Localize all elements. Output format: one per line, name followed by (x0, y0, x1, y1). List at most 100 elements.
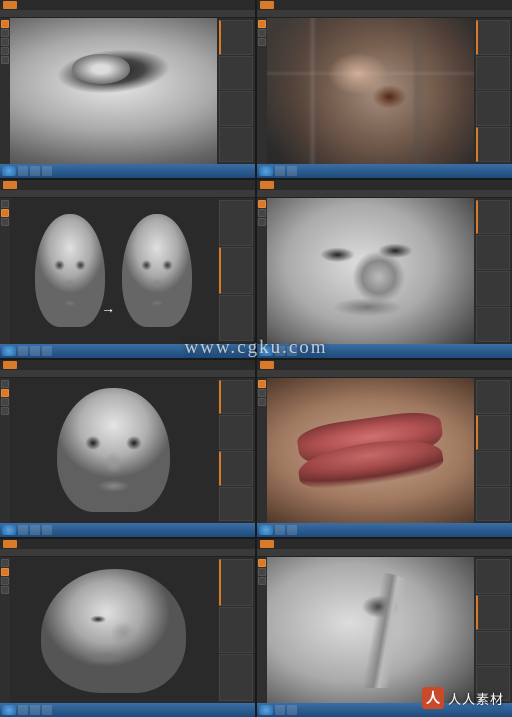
viewport-canvas[interactable] (267, 18, 474, 164)
menu-bar[interactable] (257, 370, 512, 378)
tool-button[interactable] (1, 389, 9, 397)
panel-section[interactable] (219, 451, 253, 486)
taskbar-item[interactable] (287, 346, 297, 356)
window-titlebar[interactable] (0, 360, 255, 370)
start-button[interactable] (2, 705, 16, 715)
panel-section[interactable] (219, 56, 253, 91)
window-titlebar[interactable] (257, 180, 512, 190)
right-panel-tray[interactable] (474, 18, 512, 164)
right-panel-tray[interactable] (217, 18, 255, 164)
tool-shelf-left[interactable] (257, 18, 267, 164)
tool-shelf-left[interactable] (0, 198, 10, 344)
right-panel-tray[interactable] (474, 557, 512, 703)
taskbar-item[interactable] (30, 525, 40, 535)
viewport-canvas[interactable] (267, 198, 474, 344)
tool-button[interactable] (1, 20, 9, 28)
tool-shelf-left[interactable] (257, 198, 267, 344)
taskbar-item[interactable] (275, 166, 285, 176)
tool-button[interactable] (1, 56, 9, 64)
taskbar-item[interactable] (42, 346, 52, 356)
panel-section[interactable] (476, 200, 510, 235)
taskbar-item[interactable] (275, 705, 285, 715)
window-titlebar[interactable] (0, 180, 255, 190)
tool-button[interactable] (258, 568, 266, 576)
panel-section[interactable] (219, 607, 253, 654)
tool-button[interactable] (1, 407, 9, 415)
panel-section[interactable] (219, 487, 253, 522)
tool-button[interactable] (1, 29, 9, 37)
panel-section[interactable] (476, 235, 510, 270)
right-panel-tray[interactable] (217, 557, 255, 703)
panel-section[interactable] (476, 127, 510, 162)
menu-bar[interactable] (0, 549, 255, 557)
tool-button[interactable] (1, 568, 9, 576)
menu-bar[interactable] (257, 190, 512, 198)
tool-button[interactable] (258, 209, 266, 217)
taskbar-item[interactable] (287, 705, 297, 715)
start-button[interactable] (259, 525, 273, 535)
panel-section[interactable] (476, 271, 510, 306)
panel-section[interactable] (219, 559, 253, 606)
taskbar-item[interactable] (18, 525, 28, 535)
windows-taskbar[interactable] (0, 344, 255, 358)
tool-button[interactable] (258, 577, 266, 585)
taskbar-item[interactable] (42, 166, 52, 176)
tool-shelf-left[interactable] (0, 557, 10, 703)
menu-bar[interactable] (257, 10, 512, 18)
taskbar-item[interactable] (18, 705, 28, 715)
taskbar-item[interactable] (30, 166, 40, 176)
windows-taskbar[interactable] (0, 523, 255, 537)
tool-button[interactable] (1, 218, 9, 226)
windows-taskbar[interactable] (257, 703, 512, 717)
taskbar-item[interactable] (18, 346, 28, 356)
windows-taskbar[interactable] (257, 344, 512, 358)
menu-bar[interactable] (257, 549, 512, 557)
start-button[interactable] (2, 525, 16, 535)
start-button[interactable] (2, 346, 16, 356)
tool-button[interactable] (258, 389, 266, 397)
start-button[interactable] (259, 346, 273, 356)
panel-section[interactable] (476, 451, 510, 486)
tool-button[interactable] (1, 47, 9, 55)
taskbar-item[interactable] (287, 525, 297, 535)
tool-shelf-left[interactable] (257, 557, 267, 703)
menu-bar[interactable] (0, 370, 255, 378)
taskbar-item[interactable] (42, 705, 52, 715)
tool-button[interactable] (1, 559, 9, 567)
taskbar-item[interactable] (42, 525, 52, 535)
menu-bar[interactable] (0, 10, 255, 18)
window-titlebar[interactable] (0, 539, 255, 549)
start-button[interactable] (2, 166, 16, 176)
panel-section[interactable] (476, 307, 510, 342)
panel-section[interactable] (476, 666, 510, 701)
start-button[interactable] (259, 705, 273, 715)
panel-section[interactable] (219, 200, 253, 247)
viewport-canvas[interactable] (10, 557, 217, 703)
panel-section[interactable] (219, 295, 253, 342)
taskbar-item[interactable] (30, 705, 40, 715)
tool-button[interactable] (258, 200, 266, 208)
right-panel-tray[interactable] (217, 198, 255, 344)
panel-section[interactable] (476, 487, 510, 522)
tool-shelf-left[interactable] (0, 18, 10, 164)
taskbar-item[interactable] (287, 166, 297, 176)
window-titlebar[interactable] (0, 0, 255, 10)
tool-button[interactable] (258, 559, 266, 567)
taskbar-item[interactable] (18, 166, 28, 176)
window-titlebar[interactable] (257, 0, 512, 10)
tool-button[interactable] (1, 577, 9, 585)
panel-section[interactable] (219, 380, 253, 415)
menu-bar[interactable] (0, 190, 255, 198)
panel-section[interactable] (476, 595, 510, 630)
taskbar-item[interactable] (275, 346, 285, 356)
tool-button[interactable] (1, 586, 9, 594)
panel-section[interactable] (476, 380, 510, 415)
viewport-canvas[interactable] (267, 557, 474, 703)
tool-shelf-left[interactable] (0, 378, 10, 524)
windows-taskbar[interactable] (0, 164, 255, 178)
tool-button[interactable] (258, 218, 266, 226)
windows-taskbar[interactable] (257, 523, 512, 537)
panel-section[interactable] (476, 559, 510, 594)
panel-section[interactable] (219, 654, 253, 701)
tool-button[interactable] (258, 29, 266, 37)
